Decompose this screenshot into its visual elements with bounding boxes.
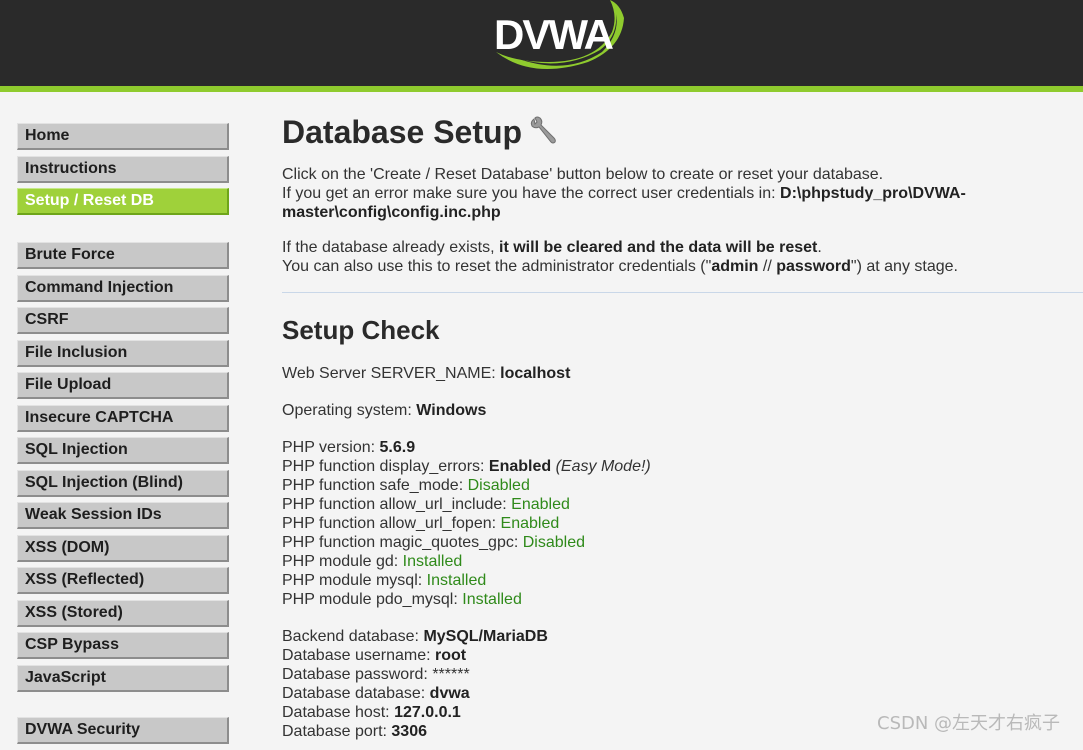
dvwa-logo[interactable]: DVWA	[492, 0, 628, 72]
sidebar-item-csrf[interactable]: CSRF	[17, 307, 229, 334]
magic-quotes-label: PHP function magic_quotes_gpc:	[282, 534, 523, 551]
db-username-row: Database username: root	[282, 646, 1077, 665]
safe-mode-value: Disabled	[467, 477, 530, 494]
db-host-value: 127.0.0.1	[394, 704, 461, 721]
sidebar-item-csp-bypass[interactable]: CSP Bypass	[17, 632, 229, 659]
sidebar-group-settings: DVWA Security	[17, 717, 229, 750]
sidebar-item-xss-dom[interactable]: XSS (DOM)	[17, 534, 229, 562]
admin-username: admin	[711, 258, 759, 275]
intro-line-3-suffix: .	[817, 239, 822, 256]
magic-quotes-row: PHP function magic_quotes_gpc: Disabled	[282, 533, 1077, 552]
sidebar-item-sql-injection-blind[interactable]: SQL Injection (Blind)	[17, 469, 229, 497]
module-mysql-value: Installed	[426, 572, 487, 589]
intro-line-1: Click on the 'Create / Reset Database' b…	[282, 166, 884, 183]
page-title-text: Database Setup	[282, 114, 523, 150]
safe-mode-row: PHP function safe_mode: Disabled	[282, 476, 1077, 495]
sidebar-item-command-injection[interactable]: Command Injection	[17, 274, 229, 302]
setup-check-title: Setup Check	[282, 315, 440, 345]
display-errors-note: (Easy Mode!)	[551, 458, 651, 475]
display-errors-label: PHP function display_errors:	[282, 458, 489, 475]
db-password-label: Database password:	[282, 666, 433, 683]
db-port-label: Database port:	[282, 723, 392, 740]
main-content: Database Setup Click on the 'Create / Re…	[282, 110, 1083, 741]
php-version-label: PHP version:	[282, 439, 380, 456]
module-gd-label: PHP module gd:	[282, 553, 403, 570]
intro-line-4-suffix: ") at any stage.	[850, 258, 958, 275]
config-path-part1: D:\phpstudy_pro\DVWA-	[780, 185, 966, 202]
module-mysql-row: PHP module mysql: Installed	[282, 571, 1077, 590]
intro-line-2-cont: master\config\config.inc.php	[282, 203, 1077, 222]
page-title: Database Setup	[282, 110, 1077, 154]
sidebar-item-xss-reflected[interactable]: XSS (Reflected)	[17, 567, 229, 594]
sidebar-item-sql-injection[interactable]: SQL Injection	[17, 437, 229, 464]
display-errors-value: Enabled	[488, 458, 552, 475]
db-host-label: Database host:	[282, 704, 395, 721]
db-password-row: Database password: ******	[282, 665, 1077, 684]
backend-db-label: Backend database:	[282, 628, 424, 645]
db-name-label: Database database:	[282, 685, 430, 702]
db-username-label: Database username:	[282, 647, 435, 664]
server-name-row: Web Server SERVER_NAME: localhost	[282, 364, 1077, 383]
sidebar-item-weak-session-ids[interactable]: Weak Session IDs	[17, 502, 229, 529]
os-value: Windows	[416, 402, 487, 419]
header-accent-stripe	[0, 86, 1083, 92]
module-gd-value: Installed	[402, 553, 463, 570]
intro-line-4: You can also use this to reset the admin…	[282, 257, 1077, 276]
config-path-part2: master\config\config.inc.php	[282, 204, 501, 221]
intro-line-2-text: If you get an error make sure you have t…	[282, 185, 781, 202]
logo-text: DVWA	[494, 11, 614, 58]
sidebar-item-instructions[interactable]: Instructions	[17, 155, 229, 183]
display-errors-row: PHP function display_errors: Enabled (Ea…	[282, 457, 1077, 476]
intro-line-2: If you get an error make sure you have t…	[282, 184, 1077, 203]
sidebar-item-file-upload[interactable]: File Upload	[17, 372, 229, 399]
allow-url-fopen-label: PHP function allow_url_fopen:	[282, 515, 501, 532]
module-mysql-label: PHP module mysql:	[282, 572, 427, 589]
module-gd-row: PHP module gd: Installed	[282, 552, 1077, 571]
backend-db-value: MySQL/MariaDB	[423, 628, 548, 645]
os-row: Operating system: Windows	[282, 401, 1077, 420]
db-name-row: Database database: dvwa	[282, 684, 1077, 703]
safe-mode-label: PHP function safe_mode:	[282, 477, 468, 494]
allow-url-fopen-value: Enabled	[500, 515, 560, 532]
allow-url-fopen-row: PHP function allow_url_fopen: Enabled	[282, 514, 1077, 533]
db-password-value: ******	[432, 666, 470, 683]
header-bar: DVWA	[0, 0, 1083, 86]
server-name-value: localhost	[500, 365, 571, 382]
wrench-icon	[528, 113, 558, 157]
db-username-value: root	[434, 647, 467, 664]
module-pdo-mysql-value: Installed	[462, 591, 522, 608]
csdn-watermark: CSDN @左天才右疯子	[877, 713, 1061, 734]
allow-url-include-row: PHP function allow_url_include: Enabled	[282, 495, 1077, 514]
db-port-value: 3306	[391, 723, 427, 740]
sidebar-item-file-inclusion[interactable]: File Inclusion	[17, 339, 229, 367]
sidebar-group-vulnerabilities: Brute Force Command Injection CSRF File …	[17, 242, 229, 697]
intro-line-3-bold: it will be cleared and the data will be …	[499, 239, 818, 256]
allow-url-include-value: Enabled	[511, 496, 570, 513]
intro-line-4-sep: //	[758, 258, 777, 275]
sidebar-item-brute-force[interactable]: Brute Force	[17, 242, 229, 269]
allow-url-include-label: PHP function allow_url_include:	[282, 496, 512, 513]
sidebar-item-setup-reset-db[interactable]: Setup / Reset DB	[17, 188, 229, 215]
sidebar-item-xss-stored[interactable]: XSS (Stored)	[17, 599, 229, 627]
php-version-row: PHP version: 5.6.9	[282, 438, 1077, 457]
intro-line-3-prefix: If the database already exists,	[282, 239, 500, 256]
php-version-value: 5.6.9	[379, 439, 416, 456]
server-name-label: Web Server SERVER_NAME:	[282, 365, 501, 382]
module-pdo-mysql-row: PHP module pdo_mysql: Installed	[282, 590, 1077, 609]
sidebar-item-insecure-captcha[interactable]: Insecure CAPTCHA	[17, 404, 229, 432]
sidebar-item-javascript[interactable]: JavaScript	[17, 664, 229, 692]
sidebar-item-home[interactable]: Home	[17, 123, 229, 150]
sidebar-item-dvwa-security[interactable]: DVWA Security	[17, 717, 229, 744]
sidebar-group-main: Home Instructions Setup / Reset DB	[17, 123, 229, 221]
os-label: Operating system:	[282, 402, 417, 419]
db-name-value: dvwa	[429, 685, 470, 702]
admin-password: password	[776, 258, 851, 275]
module-pdo-mysql-label: PHP module pdo_mysql:	[282, 591, 463, 608]
magic-quotes-value: Disabled	[522, 534, 586, 551]
intro-line-3: If the database already exists, it will …	[282, 238, 1077, 257]
intro-line-4-prefix: You can also use this to reset the admin…	[282, 258, 712, 275]
backend-db-row: Backend database: MySQL/MariaDB	[282, 627, 1077, 646]
